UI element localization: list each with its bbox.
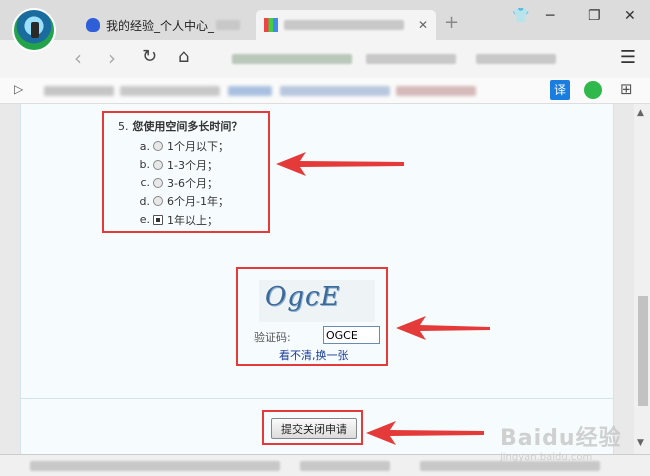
window-close-icon[interactable]: ✕ <box>624 8 636 24</box>
translate-button[interactable]: 译 <box>550 80 570 100</box>
menu-icon[interactable]: ☰ <box>620 47 636 68</box>
sidebar-toggle-icon[interactable]: ▷ <box>14 82 23 96</box>
scrollbar-thumb[interactable] <box>638 296 648 406</box>
bookmark-item[interactable] <box>120 86 220 96</box>
url-blurred <box>366 54 456 64</box>
home-icon[interactable]: ⌂ <box>178 46 189 67</box>
highlight-box-captcha <box>236 267 388 366</box>
bookmark-item[interactable] <box>228 86 272 96</box>
highlight-box-question <box>102 111 270 233</box>
reader-icon[interactable] <box>584 81 602 99</box>
status-blurred <box>30 461 280 471</box>
back-icon[interactable]: ‹ <box>74 46 82 70</box>
forward-icon[interactable]: › <box>108 46 116 70</box>
scroll-up-icon[interactable]: ▲ <box>637 108 644 118</box>
site-favicon-icon <box>264 18 278 32</box>
watermark-sub: jingyan.baidu.com <box>500 452 593 463</box>
url-blurred <box>476 54 556 64</box>
new-tab-icon[interactable]: + <box>444 12 459 33</box>
arrow-icon <box>276 152 404 176</box>
highlight-box-submit <box>262 410 363 445</box>
minimize-icon[interactable]: ─ <box>546 8 554 24</box>
close-tab-icon[interactable]: ✕ <box>418 18 428 32</box>
bookmark-item[interactable] <box>280 86 390 96</box>
restore-icon[interactable]: ❐ <box>588 8 601 24</box>
scroll-down-icon[interactable]: ▼ <box>637 438 644 448</box>
arrow-icon <box>366 421 484 445</box>
tab-title: 我的经验_个人中心_ <box>106 18 215 33</box>
arrow-icon <box>396 316 490 340</box>
tab-title-blurred <box>284 20 404 30</box>
browser-logo-icon[interactable] <box>12 8 56 52</box>
divider <box>20 398 614 399</box>
skin-icon[interactable]: 👕 <box>512 8 529 24</box>
tab-experience[interactable]: 我的经验_个人中心_ <box>78 10 254 40</box>
address-bar[interactable] <box>226 46 570 72</box>
apps-grid-icon[interactable]: ⊞ <box>620 80 633 98</box>
status-blurred <box>300 461 390 471</box>
refresh-icon[interactable]: ↻ <box>142 46 157 67</box>
tab-title-blurred <box>216 20 241 30</box>
baidu-paw-icon <box>86 18 100 32</box>
url-blurred <box>232 54 352 64</box>
bookmark-item[interactable] <box>396 86 476 96</box>
baidu-watermark: Baidu经验 jingyan.baidu.com <box>500 420 622 463</box>
watermark-main: Baidu经验 <box>500 426 622 451</box>
tab-active[interactable]: ✕ <box>256 10 436 40</box>
bookmark-item[interactable] <box>44 86 114 96</box>
